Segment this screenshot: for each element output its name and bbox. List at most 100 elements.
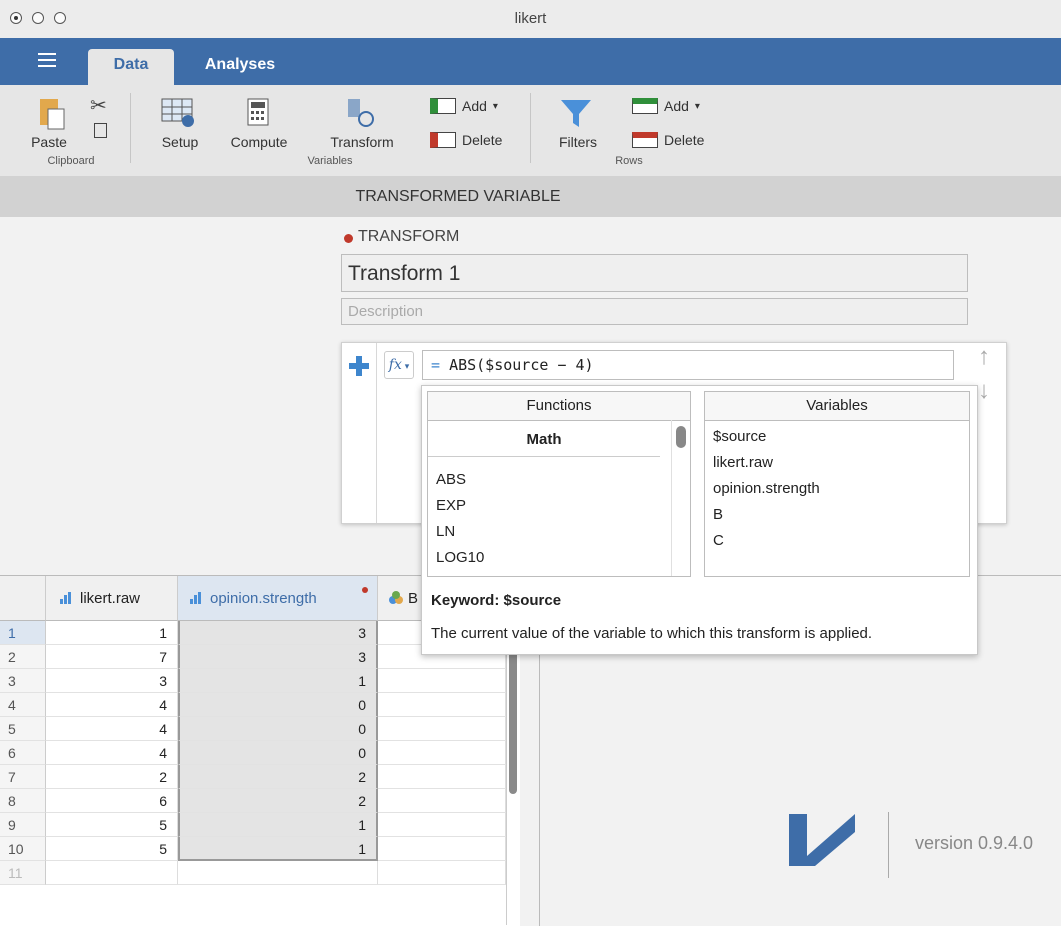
transform-button[interactable]	[344, 97, 378, 134]
row-number[interactable]: 6	[0, 741, 46, 765]
variable-item[interactable]: C	[705, 528, 969, 554]
cell-b[interactable]	[378, 789, 506, 813]
row-number[interactable]: 8	[0, 789, 46, 813]
cell-opinion-strength[interactable]: 3	[178, 645, 378, 669]
cell-b[interactable]	[378, 813, 506, 837]
function-item[interactable]: EXP	[428, 493, 690, 519]
cell-likert-raw[interactable]: 4	[46, 741, 178, 765]
add-row-button[interactable]: Add ▾	[632, 98, 700, 114]
cell-opinion-strength[interactable]: 0	[178, 741, 378, 765]
column-header-opinion-strength[interactable]: opinion.strength	[178, 576, 378, 621]
variable-item[interactable]: likert.raw	[705, 450, 969, 476]
add-variable-button[interactable]: Add ▾	[430, 98, 498, 114]
row-number[interactable]: 5	[0, 717, 46, 741]
tab-analyses[interactable]: Analyses	[190, 49, 290, 85]
hamburger-menu-icon[interactable]	[38, 53, 56, 67]
cell-b[interactable]	[378, 837, 506, 861]
row-number[interactable]: 10	[0, 837, 46, 861]
scrollbar-thumb[interactable]	[676, 426, 686, 448]
cell-likert-raw[interactable]: 4	[46, 717, 178, 741]
cell-likert-raw[interactable]: 3	[46, 669, 178, 693]
jamovi-logo-icon	[789, 814, 855, 866]
column-header-likert-raw[interactable]: likert.raw	[46, 576, 178, 621]
cell-opinion-strength[interactable]: 3	[178, 621, 378, 645]
column-title: likert.raw	[80, 590, 141, 607]
version-label: version 0.9.4.0	[915, 833, 1034, 853]
row-number[interactable]: 11	[0, 861, 46, 885]
functions-panel: Functions Math ABS EXP LN LOG10	[427, 391, 691, 577]
delete-variable-label: Delete	[462, 132, 503, 148]
add-column-icon	[430, 98, 456, 114]
cell-likert-raw[interactable]: 7	[46, 645, 178, 669]
setup-button[interactable]	[160, 97, 200, 134]
delete-column-icon	[430, 132, 456, 148]
row-number[interactable]: 3	[0, 669, 46, 693]
delete-row-button[interactable]: Delete	[632, 132, 704, 148]
cell-opinion-strength[interactable]	[178, 861, 378, 885]
move-up-arrow-icon[interactable]: ↑	[978, 343, 990, 371]
row-number[interactable]: 7	[0, 765, 46, 789]
copy-icon[interactable]	[94, 123, 107, 138]
row-number[interactable]: 1	[0, 621, 46, 645]
cell-opinion-strength[interactable]: 1	[178, 669, 378, 693]
cell-likert-raw[interactable]: 5	[46, 813, 178, 837]
cell-opinion-strength[interactable]: 0	[178, 717, 378, 741]
setup-label: Setup	[161, 134, 199, 150]
cell-likert-raw[interactable]: 4	[46, 693, 178, 717]
cell-opinion-strength[interactable]: 2	[178, 765, 378, 789]
variable-item[interactable]: $source	[705, 424, 969, 450]
variable-item[interactable]: opinion.strength	[705, 476, 969, 502]
cell-opinion-strength[interactable]: 1	[178, 813, 378, 837]
function-item[interactable]: LN	[428, 519, 690, 545]
function-item[interactable]: ABS	[428, 467, 690, 493]
cell-opinion-strength[interactable]: 1	[178, 837, 378, 861]
transform-name-field[interactable]: Transform 1	[341, 254, 968, 292]
cell-likert-raw[interactable]: 6	[46, 789, 178, 813]
filters-button[interactable]	[558, 97, 594, 134]
funnel-icon	[561, 100, 591, 127]
paste-icon	[40, 99, 65, 130]
variables-panel: Variables $source likert.raw opinion.stren…	[704, 391, 970, 577]
tab-data[interactable]: Data	[88, 49, 174, 85]
cell-b[interactable]	[378, 765, 506, 789]
grid-scrollbar[interactable]	[506, 620, 519, 925]
delete-variable-button[interactable]: Delete	[430, 132, 502, 148]
transform-heading: TRANSFORM	[358, 228, 460, 245]
cell-likert-raw[interactable]: 2	[46, 765, 178, 789]
row-number[interactable]: 9	[0, 813, 46, 837]
variables-header: Variables	[705, 392, 969, 421]
compute-button[interactable]	[246, 97, 270, 134]
cell-opinion-strength[interactable]: 0	[178, 693, 378, 717]
function-item[interactable]: LOG10	[428, 545, 690, 571]
row-number[interactable]: 4	[0, 693, 46, 717]
window-title: likert	[514, 10, 547, 27]
section-title: TRANSFORMED VARIABLE	[355, 188, 561, 205]
cell-b[interactable]	[378, 741, 506, 765]
cell-likert-raw[interactable]: 1	[46, 621, 178, 645]
cut-icon[interactable]: ✂	[90, 93, 107, 118]
cell-opinion-strength[interactable]: 2	[178, 789, 378, 813]
chevron-down-icon: ▾	[401, 362, 410, 372]
paste-label: Paste	[31, 134, 67, 150]
title-bar: likert	[0, 0, 1061, 39]
add-condition-button[interactable]	[342, 343, 377, 523]
section-header: TRANSFORMED VARIABLE	[0, 176, 1061, 217]
function-picker-button[interactable]: fx ▾	[384, 351, 414, 379]
variable-item[interactable]: B	[705, 502, 969, 528]
cell-likert-raw[interactable]	[46, 861, 178, 885]
move-down-arrow-icon[interactable]: ↓	[978, 377, 990, 405]
formula-input[interactable]: = ABS($source − 4)	[422, 350, 954, 380]
add-row-label: Add	[664, 98, 689, 114]
cell-b[interactable]	[378, 861, 506, 885]
cell-b[interactable]	[378, 693, 506, 717]
transform-description-field[interactable]: Description	[341, 298, 968, 325]
add-row-icon	[632, 98, 658, 114]
cell-b[interactable]	[378, 717, 506, 741]
row-number[interactable]: 2	[0, 645, 46, 669]
functions-header: Functions	[428, 392, 690, 421]
transform-label: Transform	[330, 134, 394, 150]
paste-button[interactable]	[36, 95, 70, 133]
cell-b[interactable]	[378, 669, 506, 693]
logo-divider	[888, 812, 889, 878]
cell-likert-raw[interactable]: 5	[46, 837, 178, 861]
